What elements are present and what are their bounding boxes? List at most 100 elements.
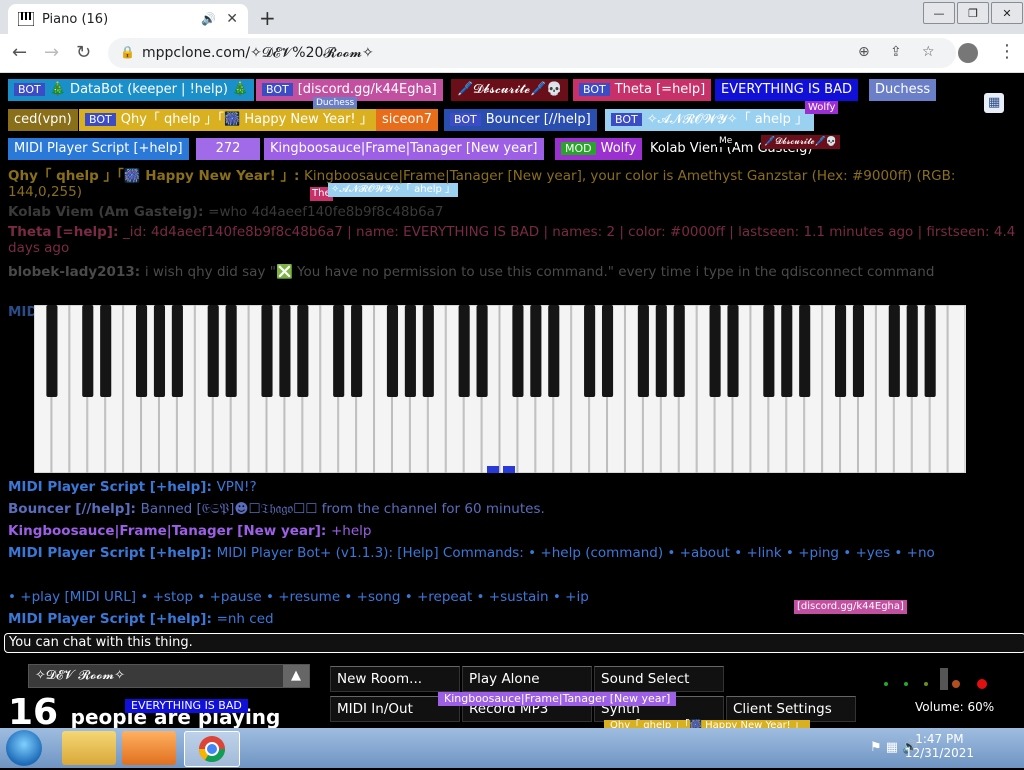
white-key[interactable] (230, 305, 249, 473)
play-alone-button[interactable]: Play Alone (462, 666, 592, 692)
file-explorer-icon[interactable] (62, 731, 116, 765)
white-key[interactable] (176, 305, 195, 473)
white-key[interactable] (427, 305, 446, 473)
restore-icon[interactable]: ❐ (957, 2, 989, 24)
piano-keyboard[interactable] (34, 305, 966, 473)
white-key[interactable] (320, 305, 339, 473)
browser-tab[interactable]: Piano (16) 🔊 ✕ (8, 4, 248, 34)
white-key[interactable] (768, 305, 787, 473)
profile-avatar[interactable] (958, 43, 978, 63)
white-key[interactable] (857, 305, 876, 473)
omnibox[interactable]: 🔒 mppclone.com/✧𝓓𝓔𝓥%20𝓡𝓸𝓸𝓶✧ ⊕ ⇪ ☆ (108, 38, 956, 68)
media-player-icon[interactable] (122, 731, 176, 765)
white-key[interactable] (660, 305, 679, 473)
participant-chip[interactable]: ced(vpn) (8, 109, 78, 131)
white-key[interactable] (141, 305, 159, 473)
participant-chip[interactable]: BOT Qhy「 qhelp 」「🎆 Happy New Year! 」 (79, 109, 379, 131)
close-window-icon[interactable]: ✕ (991, 2, 1023, 24)
white-key[interactable] (589, 305, 608, 473)
sound-select-button[interactable]: Sound Select (594, 666, 724, 692)
client-settings-button[interactable]: Client Settings (726, 696, 856, 722)
white-key[interactable] (804, 305, 823, 473)
participant-chip[interactable]: MIDI Player Script [+help] (8, 138, 189, 160)
white-key[interactable] (517, 305, 536, 473)
participant-chip[interactable]: 272 (196, 138, 260, 160)
white-key[interactable] (499, 305, 518, 473)
white-key[interactable] (34, 305, 52, 473)
white-key[interactable] (535, 305, 554, 473)
chevron-up-icon[interactable]: ▲ (283, 665, 309, 687)
room-selector[interactable]: ✧𝓓𝓔𝓥 𝓡𝓸𝓸𝓶✧ ▲ (28, 664, 310, 688)
white-key[interactable] (840, 305, 858, 473)
white-key[interactable] (714, 305, 733, 473)
white-key[interactable] (248, 305, 267, 473)
white-key[interactable] (481, 305, 500, 473)
participant-chip[interactable]: Duchess (869, 79, 937, 101)
participant-chip[interactable]: BOT ✧𝓐𝓝𝓡𝓞𝓦𝓨✧「 ahelp 」 (605, 109, 815, 131)
white-key[interactable] (929, 305, 948, 473)
white-key[interactable] (51, 305, 70, 473)
white-key[interactable] (947, 305, 966, 473)
participant-chip[interactable]: EVERYTHING IS BAD (715, 79, 858, 101)
white-key[interactable] (678, 305, 697, 473)
participant-chip[interactable]: BOT 🎄 DataBot (keeper | !help) 🎄 (8, 79, 255, 101)
white-key[interactable] (284, 305, 303, 473)
white-key[interactable] (69, 305, 88, 473)
share-icon[interactable]: ⇪ (890, 44, 902, 60)
chat-input[interactable]: You can chat with this thing. (4, 633, 1024, 653)
participant-name: 🎄 DataBot (keeper | !help) 🎄 (49, 82, 249, 97)
close-tab-icon[interactable]: ✕ (226, 11, 238, 27)
white-key[interactable] (374, 305, 392, 473)
white-key[interactable] (194, 305, 213, 473)
white-key[interactable] (338, 305, 357, 473)
participant-chip[interactable]: BOT Theta [=help] (573, 79, 712, 101)
forward-icon[interactable]: → (44, 42, 59, 63)
participant-chip[interactable]: BOT Bouncer [//help] (444, 109, 597, 131)
system-clock[interactable]: 1:47 PM 12/31/2021 (905, 732, 974, 760)
white-key[interactable] (750, 305, 769, 473)
volume-knob[interactable] (880, 664, 990, 692)
white-key[interactable] (445, 305, 464, 473)
lock-icon[interactable]: 🔒 (120, 45, 135, 59)
white-key[interactable] (391, 305, 410, 473)
white-key[interactable] (105, 305, 124, 473)
bot-badge: BOT (14, 83, 45, 96)
participant-chip[interactable]: Kingboosauce|Frame|Tanager [New year] (264, 138, 544, 160)
minimize-icon[interactable]: — (923, 2, 955, 24)
white-key[interactable] (893, 305, 912, 473)
white-key[interactable] (732, 305, 751, 473)
bookmark-star-icon[interactable]: ☆ (922, 44, 935, 60)
new-tab-icon[interactable]: + (259, 6, 276, 30)
white-key[interactable] (158, 305, 177, 473)
audio-icon[interactable]: 🔊 (201, 12, 216, 26)
participant-chip[interactable]: MOD Wolfy (555, 138, 643, 160)
reload-icon[interactable]: ↻ (76, 42, 91, 63)
white-key[interactable] (463, 305, 482, 473)
start-button[interactable] (6, 730, 42, 766)
white-key[interactable] (266, 305, 285, 473)
back-icon[interactable]: ← (12, 42, 27, 63)
zoom-icon[interactable]: ⊕ (858, 44, 870, 60)
chrome-icon[interactable] (184, 731, 240, 767)
white-key[interactable] (911, 305, 930, 473)
white-key[interactable] (607, 305, 625, 473)
white-key[interactable] (302, 305, 321, 473)
kebab-menu-icon[interactable]: ⋮ (998, 41, 1016, 62)
white-key[interactable] (875, 305, 894, 473)
participant-chip[interactable]: siceon7 (376, 109, 438, 131)
white-key[interactable] (553, 305, 572, 473)
white-key[interactable] (409, 305, 428, 473)
white-key[interactable] (123, 305, 142, 473)
white-key[interactable] (212, 305, 231, 473)
white-key[interactable] (786, 305, 805, 473)
new-room-button[interactable]: New Room... (330, 666, 460, 692)
white-key[interactable] (624, 305, 643, 473)
participant-chip[interactable]: 🖊️𝓓𝓫𝓼𝓬𝓾𝓻𝓲𝓽𝓮🖊️💀 (451, 79, 569, 101)
white-key[interactable] (571, 305, 590, 473)
layout-toggle-icon[interactable]: ▦ (984, 93, 1005, 113)
white-key[interactable] (822, 305, 841, 473)
white-key[interactable] (642, 305, 661, 473)
white-key[interactable] (87, 305, 106, 473)
white-key[interactable] (696, 305, 715, 473)
white-key[interactable] (356, 305, 375, 473)
